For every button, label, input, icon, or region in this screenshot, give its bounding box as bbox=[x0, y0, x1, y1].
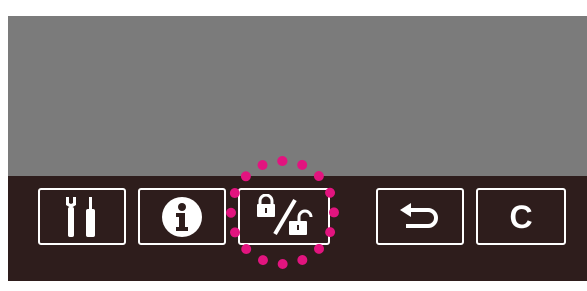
return-button[interactable] bbox=[376, 188, 464, 245]
lock-unlock-button[interactable] bbox=[238, 188, 330, 245]
lock-unlock-icon bbox=[253, 193, 315, 240]
info-icon bbox=[161, 196, 203, 238]
divider-line bbox=[8, 281, 587, 283]
tools-button[interactable] bbox=[38, 188, 126, 245]
clear-icon: C bbox=[509, 198, 533, 235]
bottom-toolbar: C bbox=[8, 176, 587, 281]
clear-button[interactable]: C bbox=[476, 188, 566, 245]
info-button[interactable] bbox=[138, 188, 226, 245]
wrench-screwdriver-icon bbox=[62, 195, 102, 239]
return-arrow-icon bbox=[398, 202, 442, 232]
display-screen bbox=[8, 16, 587, 176]
